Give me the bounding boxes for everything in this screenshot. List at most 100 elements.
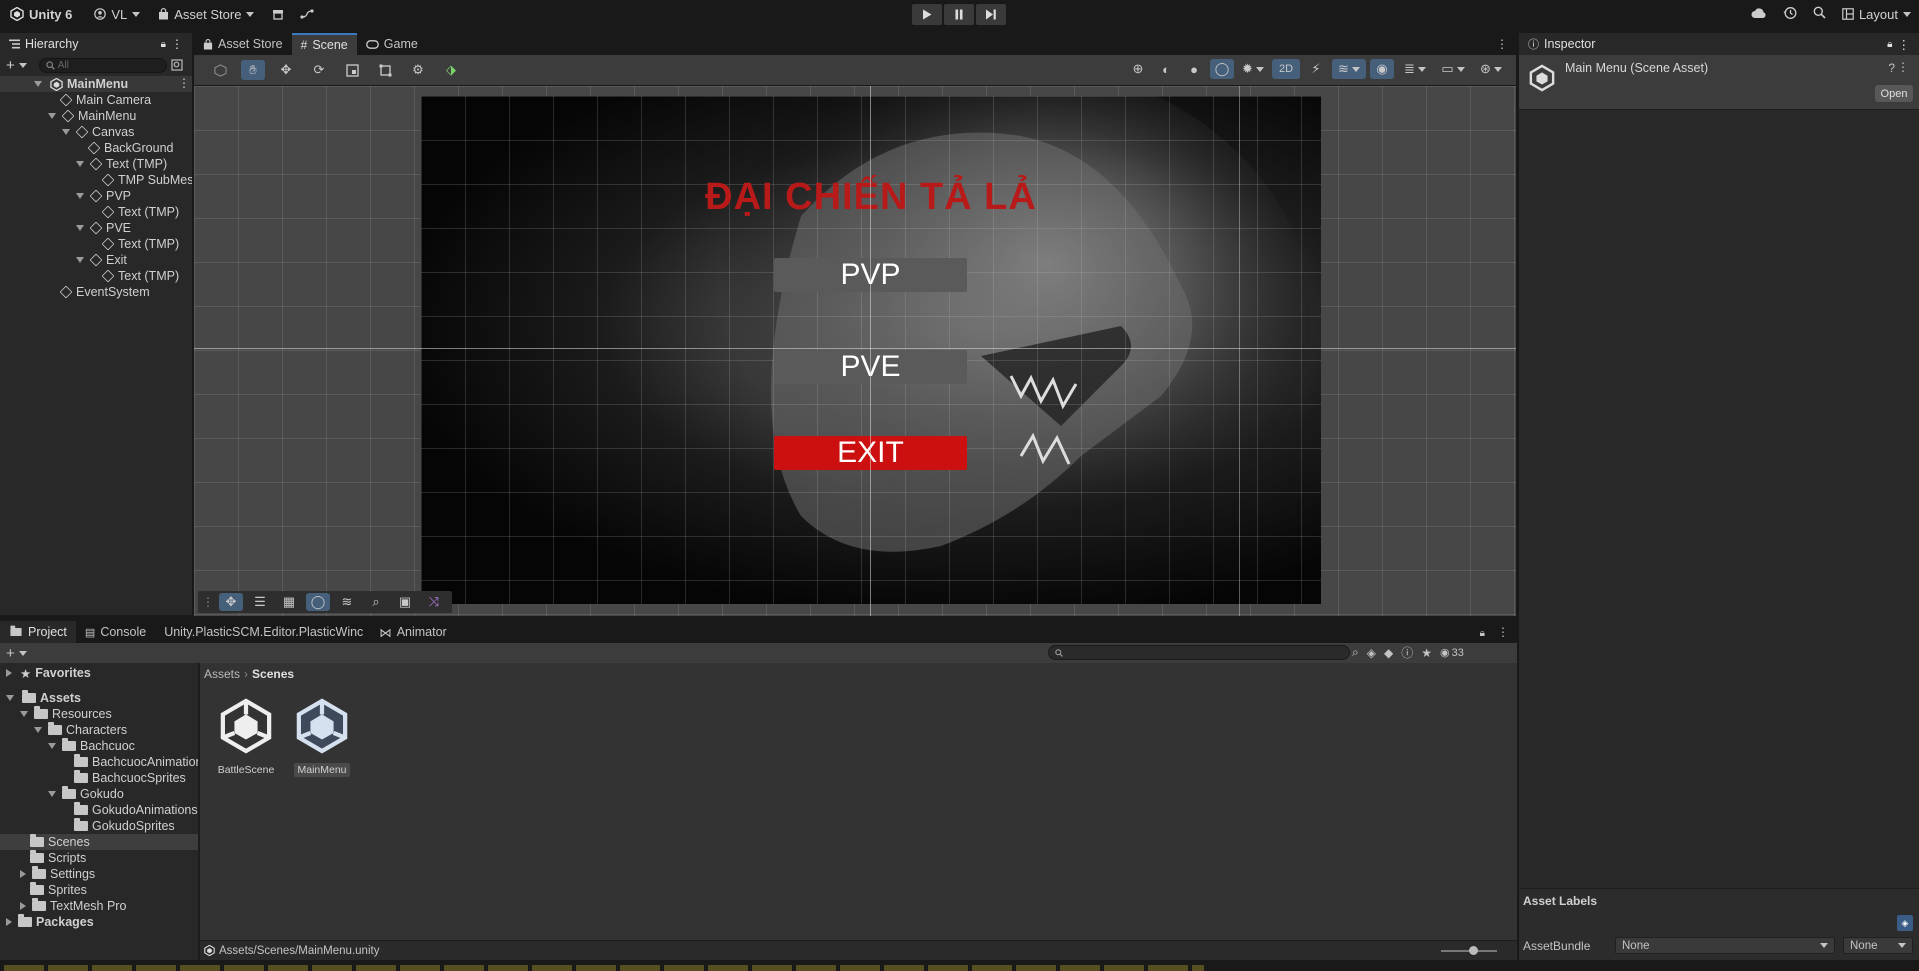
overlay-shuffle-button[interactable]: ⤨ (422, 593, 446, 611)
more-options-icon[interactable]: ⋮ (178, 76, 190, 90)
tab-console[interactable]: ▤ Console (76, 621, 155, 643)
layers-button[interactable]: ≣ (1398, 59, 1432, 79)
play-button[interactable] (912, 4, 942, 25)
tab-project[interactable]: Project (0, 621, 76, 643)
more-options-icon[interactable]: ⋮ (1897, 60, 1909, 74)
lock-icon[interactable]: 🔒︎ (161, 39, 166, 50)
rotate-tool-button[interactable]: ⟳ (307, 60, 331, 80)
audio-fx-button[interactable]: ≋ (1332, 59, 1366, 79)
expand-arrow-icon[interactable] (6, 918, 12, 926)
slider-handle[interactable] (1469, 946, 1478, 955)
filter-scene-icon[interactable] (171, 59, 183, 71)
expand-arrow-icon[interactable] (76, 225, 84, 231)
pause-button[interactable] (944, 4, 974, 25)
unity-menu-button[interactable]: Unity 6 (4, 3, 78, 25)
project-tree-item[interactable]: Scripts (30, 850, 86, 866)
hierarchy-item[interactable]: MainMenu (34, 76, 128, 92)
global-button[interactable]: ⊕ (1126, 59, 1150, 79)
project-search-input[interactable] (1048, 645, 1350, 660)
tag-icon[interactable]: ◆ (1384, 646, 1393, 660)
tab-plastic-scm[interactable]: Unity.PlasticSCM.Editor.PlasticWinc (155, 621, 370, 643)
search-button[interactable] (1813, 6, 1826, 22)
more-options-icon[interactable]: ⋮ (1489, 625, 1517, 643)
hierarchy-item[interactable]: TMP SubMes (101, 172, 192, 188)
expand-arrow-icon[interactable] (76, 193, 84, 199)
mode-2d-button[interactable]: 2D (1272, 59, 1300, 79)
custom-tool-button[interactable]: ⬗ (439, 60, 463, 80)
overlay-camera-button[interactable]: ▣ (393, 593, 417, 611)
breadcrumb-current[interactable]: Scenes (252, 667, 294, 681)
history-button[interactable] (1783, 6, 1797, 23)
project-tree-item[interactable]: Scenes (30, 834, 90, 850)
tab-inspector[interactable]: ⓘ Inspector 🔒︎ ⋮ (1519, 33, 1919, 55)
overlay-grid-button[interactable]: ▦ (277, 593, 301, 611)
expand-arrow-icon[interactable] (48, 743, 56, 749)
expand-arrow-icon[interactable] (34, 727, 42, 733)
add-object-button[interactable]: + (6, 57, 15, 74)
tab-animator[interactable]: ⋈ Animator (370, 621, 456, 643)
help-icon[interactable]: ? (1888, 61, 1895, 75)
lock-icon[interactable]: 🔒︎ (1887, 39, 1892, 50)
overlay-search-button[interactable]: ⌕ (364, 593, 388, 611)
project-tree-item[interactable]: TextMesh Pro (20, 898, 126, 914)
expand-arrow-icon[interactable] (76, 257, 84, 263)
more-options-icon[interactable]: ⋮ (1898, 37, 1911, 52)
gizmos-button[interactable]: ⊛ (1474, 59, 1508, 79)
expand-arrow-icon[interactable] (76, 161, 84, 167)
move-tool-button[interactable]: ✥ (274, 60, 298, 80)
hidden-count-badge[interactable]: ◉ 33 (1440, 646, 1464, 660)
version-control-button[interactable] (294, 3, 320, 25)
project-tree-item[interactable]: GokudoAnimations (74, 802, 198, 818)
hierarchy-item[interactable]: Canvas (62, 124, 134, 140)
account-dropdown[interactable]: VL (88, 3, 146, 25)
project-tree-item[interactable]: Settings (20, 866, 95, 882)
project-tree-item[interactable]: Gokudo (48, 786, 124, 802)
lighting-button[interactable]: ⚡︎ (1304, 59, 1328, 79)
project-tree-item[interactable]: Assets (6, 690, 81, 706)
more-options-icon[interactable]: ⋮ (1488, 37, 1516, 55)
scene-view[interactable]: ĐẠI CHIẾN TẢ LẢ PVP PVE EXIT ⋮ ✥ ☰ ▦ ◯ ≋… (194, 86, 1516, 616)
asset-tile[interactable]: BattleScene (214, 697, 278, 776)
rect-tool-button[interactable] (373, 60, 397, 80)
expand-arrow-icon[interactable] (34, 81, 42, 87)
hierarchy-item[interactable]: BackGround (87, 140, 173, 156)
tab-hierarchy[interactable]: Hierarchy 🔒︎ ⋮ (0, 33, 192, 55)
warning-filter-icon[interactable]: ⓘ (1401, 644, 1413, 661)
tab-scene[interactable]: # Scene (291, 33, 357, 55)
hierarchy-item[interactable]: EventSystem (59, 284, 150, 300)
favorites-row[interactable]: ★ Favorites (6, 665, 91, 681)
star-icon[interactable]: ★ (1421, 646, 1432, 660)
expand-arrow-icon[interactable] (20, 902, 26, 910)
layout-dropdown[interactable]: Layout (1842, 3, 1911, 25)
expand-arrow-icon[interactable] (20, 870, 26, 878)
project-tree-item[interactable]: BachcuocSprites (74, 770, 186, 786)
debug-button[interactable]: ✹ (1238, 59, 1268, 79)
expand-arrow-icon[interactable] (6, 695, 14, 701)
hierarchy-item[interactable]: Exit (76, 252, 127, 268)
project-tree-item[interactable]: Resources (20, 706, 112, 722)
icon-size-slider[interactable] (1441, 946, 1497, 955)
lock-icon[interactable]: 🔒︎ (1476, 628, 1489, 643)
tab-game[interactable]: Game (357, 33, 427, 55)
search-by-label-icon[interactable]: ◈ (1367, 646, 1376, 660)
hierarchy-item[interactable]: Text (TMP) (101, 268, 179, 284)
view-tool-button[interactable] (208, 60, 232, 80)
asset-tile[interactable]: MainMenu (290, 697, 354, 777)
hierarchy-item[interactable]: Main Camera (59, 92, 151, 108)
project-tree-item[interactable]: Characters (34, 722, 127, 738)
drag-handle-icon[interactable]: ⋮ (202, 595, 214, 609)
shading-button[interactable]: ● (1182, 59, 1206, 79)
more-options-icon[interactable]: ⋮ (171, 37, 183, 51)
project-tree-item[interactable]: GokudoSprites (74, 818, 175, 834)
open-button[interactable]: Open (1875, 85, 1913, 102)
pivot-button[interactable]: ◐ (1154, 59, 1178, 79)
package-button[interactable] (266, 3, 290, 25)
expand-arrow-icon[interactable] (6, 669, 12, 677)
overlay-layers-button[interactable]: ≋ (335, 593, 359, 611)
asset-store-dropdown[interactable]: Asset Store (152, 3, 260, 25)
hierarchy-item[interactable]: PVE (76, 220, 131, 236)
game-canvas-preview[interactable]: ĐẠI CHIẾN TẢ LẢ PVP PVE EXIT (421, 96, 1321, 604)
project-tree-item[interactable]: Bachcuoc (48, 738, 135, 754)
hierarchy-item[interactable]: Text (TMP) (101, 236, 179, 252)
expand-arrow-icon[interactable] (20, 711, 28, 717)
